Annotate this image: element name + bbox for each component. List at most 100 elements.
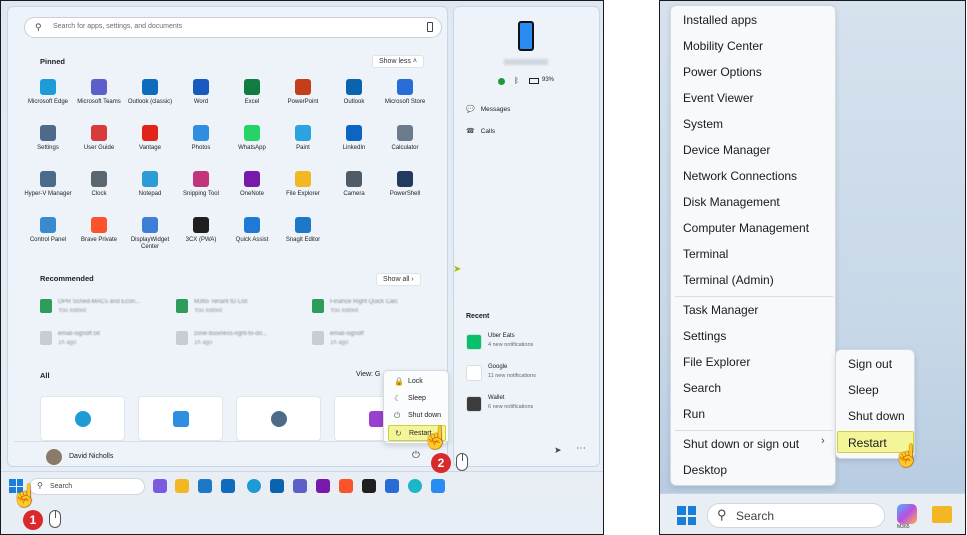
pinned-app-control-panel[interactable]: Control Panel (24, 217, 72, 244)
menu-item-run[interactable]: Run (683, 407, 705, 421)
pinned-app-powerpoint[interactable]: PowerPoint (279, 79, 327, 106)
recent-notification[interactable]: Google 11 new notifications (466, 364, 592, 388)
all-app-card[interactable] (40, 396, 125, 441)
all-app-card[interactable] (138, 396, 223, 441)
taskbar-brave-icon[interactable] (339, 479, 353, 493)
all-app-card[interactable] (236, 396, 321, 441)
taskbar-3cx-icon[interactable] (362, 479, 376, 493)
pinned-app-snipping-tool[interactable]: Snipping Tool (177, 171, 225, 198)
view-label[interactable]: View: G (356, 371, 380, 378)
phone-link-calls[interactable]: ☎ Calls (466, 127, 495, 135)
menu-item-disk-management[interactable]: Disk Management (683, 195, 780, 209)
menu-item-desktop[interactable]: Desktop (683, 463, 727, 477)
uber-eats-icon (466, 334, 482, 350)
show-all-button[interactable]: Show all › (376, 273, 421, 286)
recommended-item[interactable]: OPR Sched-MACs and Econ... You edited (40, 297, 170, 321)
phone-link-label: Messages (480, 106, 511, 113)
menu-item-computer-management[interactable]: Computer Management (683, 221, 809, 235)
pinned-app-calculator[interactable]: Calculator (381, 125, 429, 152)
submenu-sleep[interactable]: Sleep (848, 383, 879, 397)
pinned-app-excel[interactable]: Excel (228, 79, 276, 106)
send-icon[interactable]: ➤ (554, 445, 562, 456)
pinned-app-snagit-editor[interactable]: Snagit Editor (279, 217, 327, 244)
more-icon[interactable]: ⋯ (576, 443, 586, 454)
menu-item-task-manager[interactable]: Task Manager (683, 303, 758, 317)
avatar[interactable] (46, 449, 62, 465)
pinned-app-clock[interactable]: Clock (75, 171, 123, 198)
submenu-shut-down[interactable]: Shut down (848, 409, 905, 423)
taskbar-onenote-icon[interactable] (316, 479, 330, 493)
search-icon: ⚲ (717, 507, 727, 522)
recommended-item[interactable]: email-signoff.txt 1h ago (40, 329, 170, 353)
pinned-app-hyper-v-manager[interactable]: Hyper-V Manager (24, 171, 72, 198)
pinned-app-word[interactable]: Word (177, 79, 225, 106)
taskbar-outlook-icon[interactable] (221, 479, 235, 493)
menu-item-event-viewer[interactable]: Event Viewer (683, 91, 753, 105)
taskbar-file-explorer-icon[interactable] (175, 479, 189, 493)
pinned-app-outlook[interactable]: Outlook (330, 79, 378, 106)
taskbar-outlook-new-icon[interactable] (270, 479, 284, 493)
menu-item-installed-apps[interactable]: Installed apps (683, 13, 757, 27)
pinned-app-microsoft-store[interactable]: Microsoft Store (381, 79, 429, 106)
phone-link-messages[interactable]: 💬 Messages (466, 105, 510, 113)
menu-item-file-explorer[interactable]: File Explorer (683, 355, 750, 369)
power-menu-lock[interactable]: 🔒 Lock (388, 374, 446, 390)
power-menu-sleep[interactable]: ☾ Sleep (388, 391, 446, 407)
power-menu-shut-down[interactable]: ⏻ Shut down (388, 408, 446, 424)
recent-notification[interactable]: Uber Eats 4 new notifications (466, 333, 592, 357)
pinned-app-microsoft-teams[interactable]: Microsoft Teams (75, 79, 123, 106)
taskbar-edge-icon[interactable] (247, 479, 261, 493)
menu-separator (675, 296, 833, 297)
submenu-sign-out[interactable]: Sign out (848, 357, 892, 371)
recent-notification[interactable]: Wallet 6 new notifications (466, 395, 592, 419)
recommended-item[interactable]: email-signoff 1h ago (312, 329, 442, 353)
pinned-app-microsoft-edge[interactable]: Microsoft Edge (24, 79, 72, 106)
pinned-app-3cx-pwa[interactable]: 3CX (PWA) (177, 217, 225, 244)
taskbar-teams-icon[interactable] (293, 479, 307, 493)
menu-item-system[interactable]: System (683, 117, 723, 131)
start-search-input[interactable]: ⚲ Search for apps, settings, and documen… (24, 17, 442, 38)
taskbar-phone-icon[interactable] (431, 479, 445, 493)
taskbar-edge-dev-icon[interactable] (408, 479, 422, 493)
power-icon[interactable]: ⏻ (412, 450, 420, 461)
taskbar-search-input[interactable]: ⚲ Search (29, 478, 145, 495)
recommended-item[interactable]: zone-business-right-to-do... 1h ago (176, 329, 306, 353)
pinned-app-vantage[interactable]: Vantage (126, 125, 174, 152)
menu-item-settings[interactable]: Settings (683, 329, 726, 343)
pinned-app-camera[interactable]: Camera (330, 171, 378, 198)
user-name[interactable]: David Nicholls (69, 453, 113, 460)
pinned-app-brave-private[interactable]: Brave Private (75, 217, 123, 244)
pinned-app-paint[interactable]: Paint (279, 125, 327, 152)
taskbar-snagit-icon[interactable] (198, 479, 212, 493)
m365-copilot-icon[interactable] (897, 504, 917, 524)
file-explorer-icon[interactable] (932, 506, 952, 523)
pinned-app-linkedin[interactable]: LinkedIn (330, 125, 378, 152)
menu-item-network-connections[interactable]: Network Connections (683, 169, 797, 183)
pinned-app-quick-assist[interactable]: Quick Assist (228, 217, 276, 244)
windows-start-icon[interactable] (677, 506, 696, 525)
recommended-item[interactable]: M365 Tenant ID List You edited (176, 297, 306, 321)
pinned-app-powershell[interactable]: PowerShell (381, 171, 429, 198)
pinned-app-displaywidget-center[interactable]: DisplayWidget Center (126, 217, 174, 251)
phone-link-icon[interactable] (427, 22, 433, 32)
pinned-app-user-guide[interactable]: User Guide (75, 125, 123, 152)
pinned-app-photos[interactable]: Photos (177, 125, 225, 152)
taskbar-search-input[interactable]: ⚲ Search (707, 503, 885, 528)
taskbar-copilot-icon[interactable] (153, 479, 167, 493)
pinned-app-file-explorer[interactable]: File Explorer (279, 171, 327, 198)
menu-item-shut-down-or-sign-out[interactable]: Shut down or sign out (683, 437, 799, 451)
menu-item-device-manager[interactable]: Device Manager (683, 143, 770, 157)
menu-item-power-options[interactable]: Power Options (683, 65, 762, 79)
pinned-app-whatsapp[interactable]: WhatsApp (228, 125, 276, 152)
pinned-app-settings[interactable]: Settings (24, 125, 72, 152)
recommended-item[interactable]: Finance Right Quick Calc You edited (312, 297, 442, 321)
pinned-app-onenote[interactable]: OneNote (228, 171, 276, 198)
show-less-button[interactable]: Show less ˄ (372, 55, 424, 68)
pinned-app-notepad[interactable]: Notepad (126, 171, 174, 198)
menu-item-search[interactable]: Search (683, 381, 721, 395)
menu-item-terminal-admin[interactable]: Terminal (Admin) (683, 273, 774, 287)
pinned-app-outlook-classic[interactable]: Outlook (classic) (126, 79, 174, 106)
menu-item-terminal[interactable]: Terminal (683, 247, 728, 261)
menu-item-mobility-center[interactable]: Mobility Center (683, 39, 763, 53)
taskbar-app-icon[interactable] (385, 479, 399, 493)
